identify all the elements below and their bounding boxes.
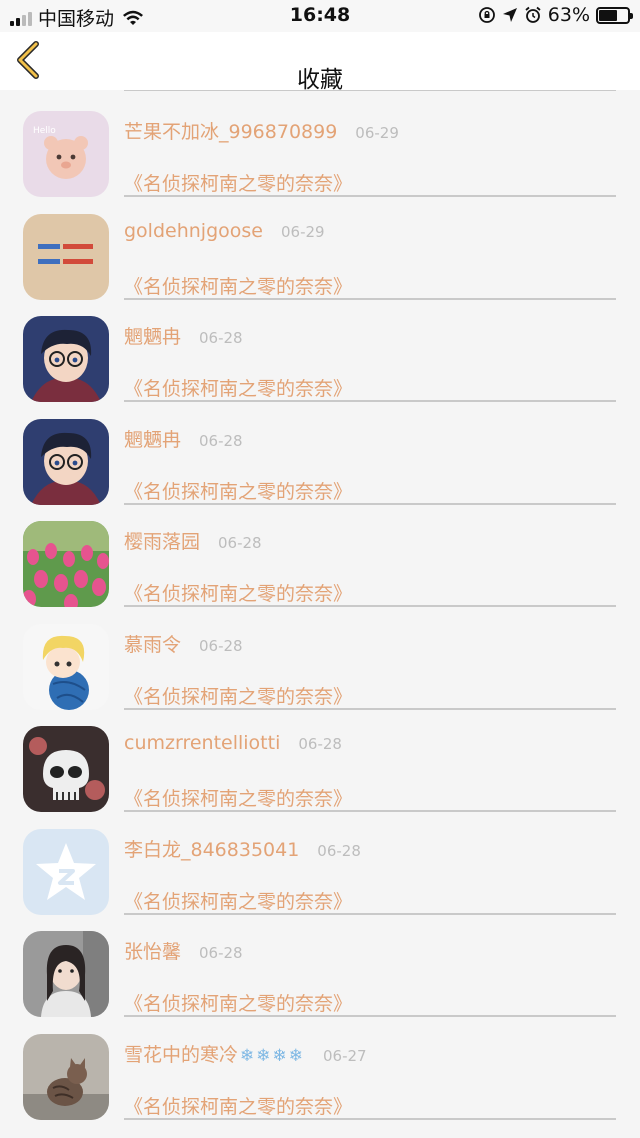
page-title: 收藏: [297, 67, 343, 93]
user-name-text: 李白龙_846835041: [124, 838, 300, 861]
row-divider: [124, 1117, 616, 1120]
user-name[interactable]: 张怡馨 06-28: [124, 937, 243, 964]
conan-avatar: [23, 418, 109, 505]
user-name-text: cumzrrentelliotti: [124, 732, 281, 754]
avatar[interactable]: [23, 213, 109, 300]
user-name[interactable]: 魍魉冉 06-28: [124, 322, 243, 349]
user-name[interactable]: 魍魉冉 06-28: [124, 425, 243, 452]
user-name[interactable]: 李白龙_846835041 06-28: [124, 835, 361, 862]
battery-icon: [596, 6, 633, 24]
qzone-star-avatar: [23, 828, 109, 915]
battery-percent: 63%: [547, 4, 590, 26]
orientation-lock-icon: [478, 7, 495, 23]
avatar[interactable]: [23, 931, 109, 1017]
text-card-avatar: [23, 213, 109, 300]
svg-text:Hello: Hello: [33, 126, 56, 136]
avatar[interactable]: [23, 316, 109, 402]
favorite-date: 06-29: [280, 222, 325, 241]
user-name[interactable]: cumzrrentelliotti 06-28: [124, 732, 342, 754]
avatar[interactable]: [23, 1033, 109, 1120]
user-name-text: 芒果不加冰_996870899: [124, 121, 338, 143]
user-name[interactable]: 芒果不加冰_996870899 06-29: [124, 117, 399, 144]
favorite-date: 06-28: [199, 636, 243, 655]
favorite-item[interactable]: cumzrrentelliotti 06-28 《名侦探柯南之零的奈奈》: [0, 705, 640, 812]
status-right: 63%: [478, 4, 633, 26]
location-icon: [502, 8, 517, 22]
user-name[interactable]: 慕雨令 06-28: [124, 630, 243, 657]
favorite-item[interactable]: Hello 芒果不加冰_996870899 06-29 《名侦探柯南之零的奈奈》: [0, 90, 640, 197]
favorite-item[interactable]: 魍魉冉 06-28 《名侦探柯南之零的奈奈》: [0, 398, 640, 505]
favorite-item[interactable]: 魍魉冉 06-28 《名侦探柯南之零的奈奈》: [0, 295, 640, 402]
anime-boy-avatar: [23, 623, 109, 710]
favorite-date: 06-28: [199, 431, 243, 450]
status-bar: 中国移动 16:48 63%: [0, 0, 640, 32]
tulips-avatar: [23, 521, 109, 607]
favorite-date: 06-28: [199, 329, 243, 347]
user-name-text: 樱雨落园: [124, 531, 201, 553]
cat-photo-avatar: [23, 1033, 109, 1120]
avatar[interactable]: [23, 726, 109, 812]
avatar[interactable]: [23, 828, 109, 915]
favorite-title-link[interactable]: 《名侦探柯南之零的奈奈》: [124, 1092, 352, 1119]
bear-avatar: Hello: [23, 111, 109, 197]
user-name-text: 魍魉冉: [124, 326, 182, 348]
user-name[interactable]: 樱雨落园 06-28: [124, 527, 262, 554]
favorite-item[interactable]: 樱雨落园 06-28 《名侦探柯南之零的奈奈》: [0, 500, 640, 607]
skull-avatar: [23, 726, 109, 812]
favorite-date: 06-28: [317, 841, 361, 860]
user-name-text: 张怡馨: [124, 941, 182, 963]
avatar[interactable]: [23, 418, 109, 505]
favorite-item[interactable]: 雪花中的寒冷 ❄❄❄❄ 06-27 《名侦探柯南之零的奈奈》: [0, 1013, 640, 1120]
favorite-item[interactable]: goldehnjgoose 06-29 《名侦探柯南之零的奈奈》: [0, 193, 640, 300]
user-name-text: goldehnjgoose: [124, 219, 263, 242]
favorite-date: 06-28: [218, 534, 262, 552]
favorite-item[interactable]: 慕雨令 06-28 《名侦探柯南之零的奈奈》: [0, 603, 640, 710]
favorite-date: 06-28: [199, 944, 243, 962]
girl-photo-avatar: [23, 931, 109, 1017]
conan-avatar: [23, 316, 109, 402]
snowflake-emoji: ❄❄❄❄: [240, 1045, 305, 1066]
avatar[interactable]: [23, 521, 109, 607]
user-name-text: 魍魉冉: [124, 428, 182, 451]
alarm-icon: [525, 6, 541, 23]
avatar[interactable]: Hello: [23, 111, 109, 197]
favorite-date: 06-27: [323, 1046, 367, 1065]
user-name[interactable]: 雪花中的寒冷 ❄❄❄❄ 06-27: [124, 1040, 367, 1067]
favorite-item[interactable]: 李白龙_846835041 06-28 《名侦探柯南之零的奈奈》: [0, 808, 640, 915]
user-name-text: 雪花中的寒冷: [124, 1043, 239, 1066]
favorite-date: 06-29: [355, 124, 399, 142]
user-name[interactable]: goldehnjgoose 06-29: [124, 220, 325, 242]
nav-bar: 收藏: [0, 32, 640, 93]
avatar[interactable]: [23, 623, 109, 710]
favorite-date: 06-28: [298, 735, 342, 753]
favorite-item[interactable]: 张怡馨 06-28 《名侦探柯南之零的奈奈》: [0, 910, 640, 1017]
user-name-text: 慕雨令: [124, 633, 182, 656]
